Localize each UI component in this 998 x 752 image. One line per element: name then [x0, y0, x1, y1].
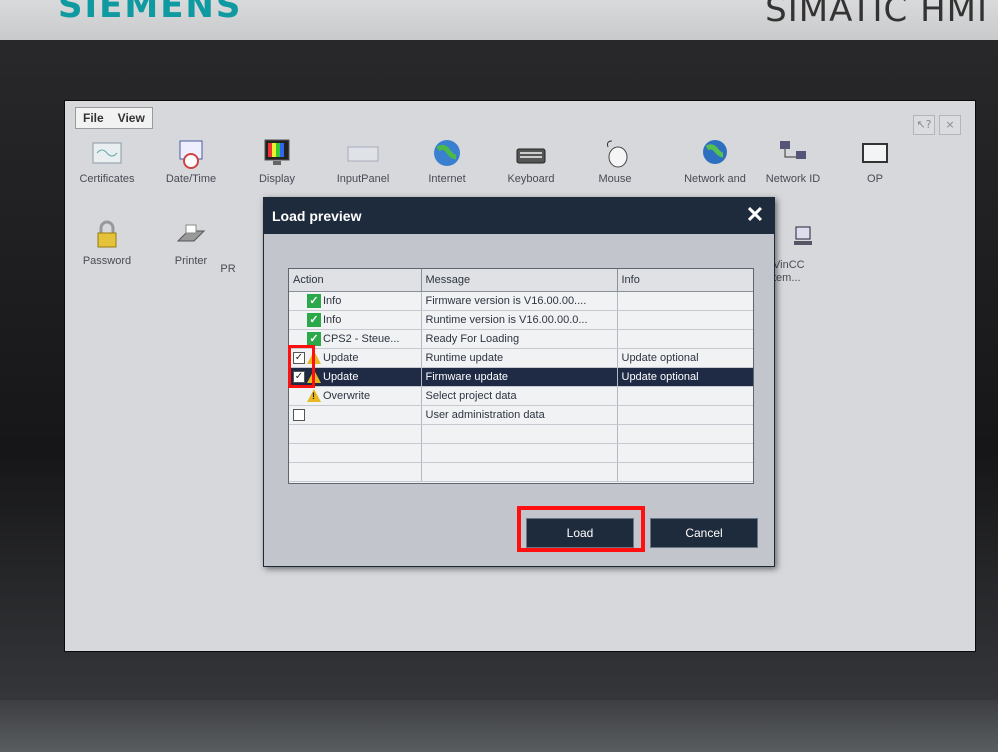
row-action: Overwrite: [323, 389, 371, 402]
calendar-clock-icon: [179, 140, 203, 169]
table-row[interactable]: ✓ Info Runtime version is V16.00.00.0...: [289, 310, 753, 330]
row-message: Select project data: [421, 386, 618, 406]
control-panel-internet[interactable]: Internet: [411, 137, 483, 185]
menubar: File View: [75, 107, 153, 129]
window-close-button[interactable]: ×: [939, 115, 961, 135]
row-message: Firmware update: [421, 367, 618, 387]
printer-icon: [176, 224, 206, 242]
row-info: Update optional: [617, 367, 753, 387]
control-panel-network-id[interactable]: Network ID: [757, 137, 829, 185]
row-message: Ready For Loading: [421, 329, 618, 349]
control-panel-keyboard-label: Keyboard: [507, 173, 555, 185]
row-action: CPS2 - Steue...: [323, 332, 400, 345]
certificate-icon: [92, 142, 122, 164]
control-panel-network-and[interactable]: Network and: [669, 137, 761, 185]
device-bottom-strip: [0, 700, 998, 752]
menu-view[interactable]: View: [111, 111, 152, 125]
control-panel-network-and-label: Network and: [684, 173, 746, 185]
control-panel-certificates[interactable]: Certificates: [71, 137, 143, 185]
row-action: Update: [323, 370, 359, 383]
hmi-screen: File View ↖? × Certificates Date/Time Di…: [64, 100, 976, 652]
control-panel-certificates-label: Certificates: [79, 173, 135, 185]
device-top-strip: SIEMENS SIMATIC HMI: [0, 0, 998, 40]
control-panel-datetime[interactable]: Date/Time: [155, 137, 227, 185]
dialog-close-icon[interactable]: ✕: [736, 198, 774, 234]
load-preview-table: Action Message Info ✓ Info Firmware versi…: [288, 268, 754, 484]
row-info: [617, 291, 753, 311]
table-row[interactable]: ✓ CPS2 - Steue... Ready For Loading: [289, 329, 753, 349]
row-message: Firmware version is V16.00.00....: [421, 291, 618, 311]
ok-check-icon: ✓: [307, 293, 321, 308]
network-globe-icon: [703, 140, 727, 164]
ok-check-icon: ✓: [307, 312, 321, 327]
column-header-action[interactable]: Action: [289, 269, 422, 292]
network-id-icon: [780, 141, 806, 159]
keyboard-panel-icon: [347, 146, 379, 162]
control-panel-op-label: OP: [867, 173, 883, 185]
control-panel-display-label: Display: [258, 173, 296, 185]
globe-icon: [434, 140, 460, 166]
table-row-selected[interactable]: ✓Update Firmware update Update optional: [289, 367, 753, 387]
lock-icon: [97, 220, 117, 248]
control-panel-pr-partial[interactable]: PR: [213, 259, 243, 275]
table-header-row: Action Message Info: [289, 269, 753, 292]
dialog-title-bar: Load preview ✕: [264, 198, 774, 234]
control-panel-internet-label: Internet: [428, 173, 466, 185]
table-row[interactable]: ✓ Info Firmware version is V16.00.00....: [289, 291, 753, 311]
row-info: [617, 310, 753, 330]
cancel-button[interactable]: Cancel: [650, 518, 758, 548]
monitor-icon: [862, 143, 888, 163]
annotation-highlight-checkboxes: [288, 345, 315, 388]
table-row-empty: [289, 462, 753, 482]
control-panel-keyboard[interactable]: Keyboard: [495, 137, 567, 185]
annotation-highlight-load: [517, 506, 645, 552]
control-panel-display[interactable]: Display: [241, 137, 313, 185]
row-action: Info: [323, 294, 342, 307]
control-panel-pr-label: PR: [220, 263, 236, 275]
control-panel-op[interactable]: OP: [839, 137, 911, 185]
table-row[interactable]: Overwrite Select project data: [289, 386, 753, 406]
row-message: User administration data: [421, 405, 618, 425]
control-panel-inputpanel[interactable]: InputPanel: [327, 137, 399, 185]
control-panel-inputpanel-label: InputPanel: [336, 173, 390, 185]
table-row-empty: [289, 424, 753, 444]
computer-icon: [794, 226, 812, 245]
menu-file[interactable]: File: [76, 111, 111, 125]
warning-icon: [307, 389, 321, 402]
control-panel-mouse[interactable]: Mouse: [579, 137, 651, 185]
row-message: Runtime version is V16.00.00.0...: [421, 310, 618, 330]
column-header-message[interactable]: Message: [421, 269, 618, 292]
ok-check-icon: ✓: [307, 331, 321, 346]
control-panel-password[interactable]: Password: [71, 219, 143, 267]
control-panel-network-id-label: Network ID: [765, 173, 821, 185]
row-action: Info: [323, 313, 342, 326]
row-action: Update: [323, 351, 359, 364]
control-panel-mouse-label: Mouse: [598, 173, 632, 185]
row-info: Update optional: [617, 348, 753, 368]
table-row-empty: [289, 443, 753, 463]
table-row[interactable]: ✓Update Runtime update Update optional: [289, 348, 753, 368]
device-model-label: SIMATIC HMI: [765, 0, 988, 30]
row-checkbox[interactable]: [293, 408, 305, 421]
keyboard-icon: [516, 148, 546, 164]
mouse-icon: [607, 140, 628, 168]
row-info: [617, 329, 753, 349]
help-button[interactable]: ↖?: [913, 115, 935, 135]
row-message: Runtime update: [421, 348, 618, 368]
control-panel-password-label: Password: [82, 255, 132, 267]
row-info: [617, 386, 753, 406]
brand-logo: SIEMENS: [58, 0, 243, 26]
display-icon: [264, 139, 290, 165]
column-header-info[interactable]: Info: [617, 269, 753, 292]
dialog-title: Load preview: [272, 208, 362, 224]
control-panel-datetime-label: Date/Time: [165, 173, 217, 185]
row-info: [617, 405, 753, 425]
table-row[interactable]: User administration data: [289, 405, 753, 425]
